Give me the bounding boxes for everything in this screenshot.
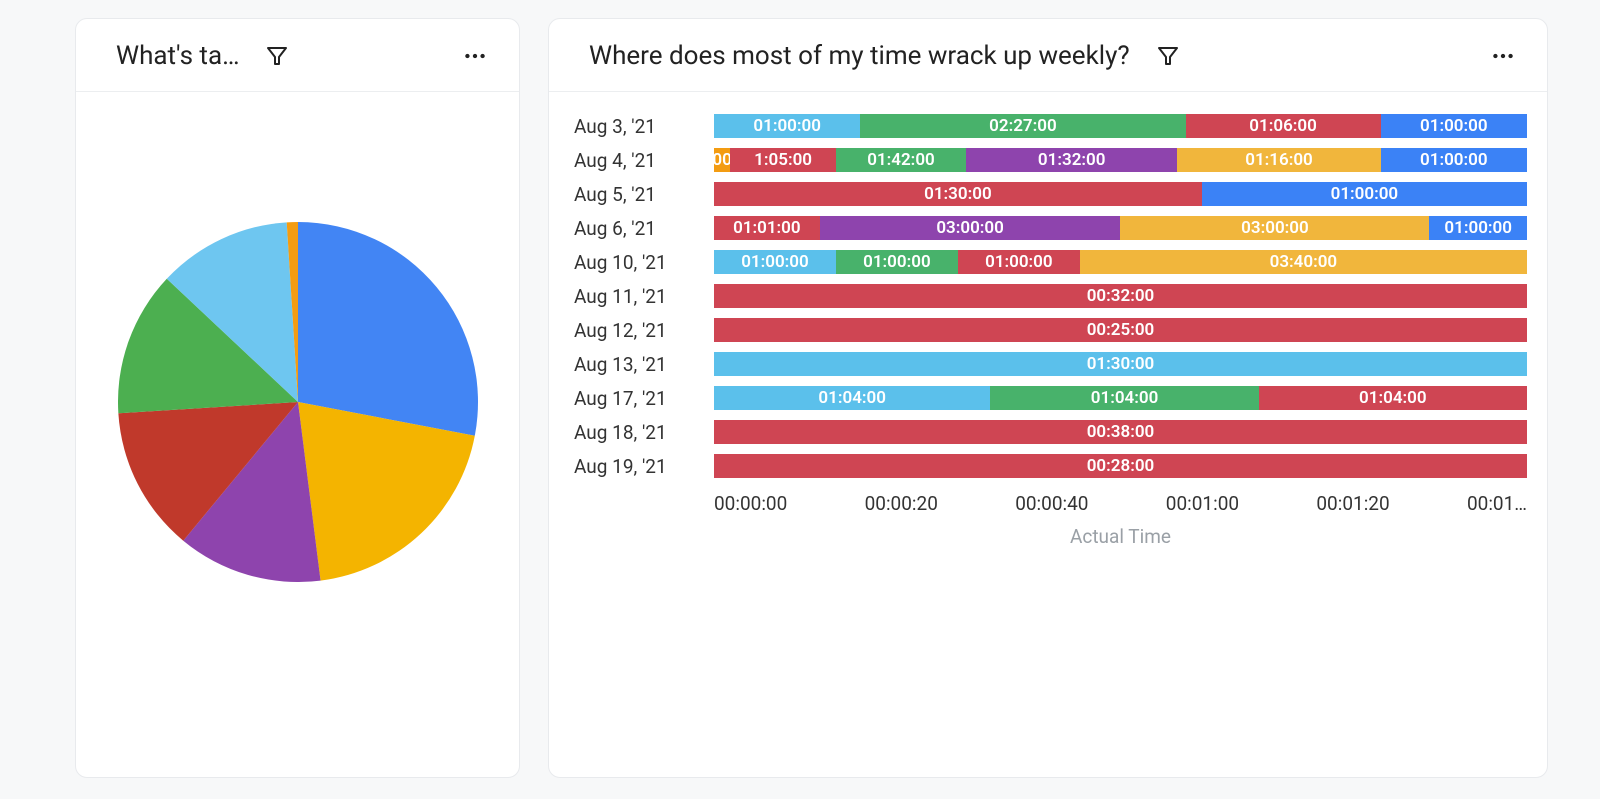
bar-row: 01:04:0001:04:0001:04:00 [714,386,1527,410]
bar-segment[interactable]: 01:30:00 [714,182,1202,206]
bar-segment[interactable]: 1:05:00 [730,148,836,172]
bar-date-label: Aug 6, '21 [569,217,714,240]
bar-date-label: Aug 4, '21 [569,149,714,172]
bar-segment[interactable]: 00 [714,148,730,172]
bar-segment[interactable]: 01:04:00 [1259,386,1527,410]
bar-segment[interactable]: 01:00:00 [1202,182,1527,206]
x-axis-ticks: 00:00:00 00:00:20 00:00:40 00:01:00 00:01:20… [714,492,1527,515]
bar-row: 01:00:0002:27:0001:06:0001:00:00 [714,114,1527,138]
bar-row: 00:38:00 [714,420,1527,444]
bar-segment[interactable]: 01:04:00 [714,386,990,410]
filter-icon[interactable] [1154,42,1182,70]
x-tick: 00:00:20 [865,492,938,515]
bar-date-label: Aug 19, '21 [569,455,714,478]
x-tick: 00:01:20 [1316,492,1389,515]
bar-segment[interactable]: 01:00:00 [1429,216,1527,240]
bar-segment[interactable]: 00:32:00 [714,284,1527,308]
bar-date-label: Aug 13, '21 [569,353,714,376]
bar-row: 01:00:0001:00:0001:00:0003:40:00 [714,250,1527,274]
bar-segment[interactable]: 03:40:00 [1080,250,1527,274]
bar-segment[interactable]: 01:04:00 [990,386,1258,410]
bar-row: 01:01:0003:00:0003:00:0001:00:00 [714,216,1527,240]
bar-date-label: Aug 12, '21 [569,319,714,342]
bar-card: Where does most of my time wrack up week… [548,18,1548,778]
bar-date-label: Aug 17, '21 [569,387,714,410]
bar-segment[interactable]: 00:38:00 [714,420,1527,444]
filter-icon[interactable] [263,42,291,70]
bar-row: 00:32:00 [714,284,1527,308]
pie-card-title: What's ta… [116,41,239,71]
bar-date-label: Aug 10, '21 [569,251,714,274]
pie-chart [118,222,478,582]
x-axis-label: Actual Time [714,525,1527,548]
bar-segment[interactable]: 01:00:00 [1381,114,1527,138]
bar-card-body: Aug 3, '2101:00:0002:27:0001:06:0001:00:… [549,92,1547,777]
bar-segment[interactable]: 01:00:00 [836,250,958,274]
bar-segment[interactable]: 01:30:00 [714,352,1527,376]
bar-segment[interactable]: 01:01:00 [714,216,820,240]
x-tick: 00:01:00 [1166,492,1239,515]
pie-card: What's ta… [75,18,520,778]
bar-segment[interactable]: 03:00:00 [820,216,1121,240]
bar-segment[interactable]: 01:00:00 [714,250,836,274]
x-tick: 00:00:00 [714,492,787,515]
more-icon[interactable] [461,42,489,70]
bar-segment[interactable]: 01:06:00 [1186,114,1381,138]
bar-row: 01:30:00 [714,352,1527,376]
bar-segment[interactable]: 01:00:00 [958,250,1080,274]
bar-segment[interactable]: 01:00:00 [1381,148,1527,172]
more-icon[interactable] [1489,42,1517,70]
bar-date-label: Aug 3, '21 [569,115,714,138]
x-tick: 00:01… [1467,492,1527,515]
bar-segment[interactable]: 01:16:00 [1177,148,1380,172]
bar-row: 00:25:00 [714,318,1527,342]
bar-segment[interactable]: 01:00:00 [714,114,860,138]
bar-row: 001:05:0001:42:0001:32:0001:16:0001:00:0… [714,148,1527,172]
pie-card-body [76,92,519,777]
bar-segment[interactable]: 02:27:00 [860,114,1185,138]
x-tick: 00:00:40 [1015,492,1088,515]
bar-row: 01:30:0001:00:00 [714,182,1527,206]
bar-date-label: Aug 11, '21 [569,285,714,308]
bar-date-label: Aug 5, '21 [569,183,714,206]
pie-card-header: What's ta… [76,19,519,92]
bar-card-header: Where does most of my time wrack up week… [549,19,1547,92]
bar-segment[interactable]: 03:00:00 [1120,216,1429,240]
bar-segment[interactable]: 01:42:00 [836,148,966,172]
bar-segment[interactable]: 00:25:00 [714,318,1527,342]
bar-chart: Aug 3, '2101:00:0002:27:0001:06:0001:00:… [569,114,1527,478]
bar-segment[interactable]: 01:32:00 [966,148,1177,172]
bar-date-label: Aug 18, '21 [569,421,714,444]
bar-card-title: Where does most of my time wrack up week… [589,41,1130,71]
bar-row: 00:28:00 [714,454,1527,478]
bar-segment[interactable]: 00:28:00 [714,454,1527,478]
pie-slice[interactable] [298,222,478,436]
